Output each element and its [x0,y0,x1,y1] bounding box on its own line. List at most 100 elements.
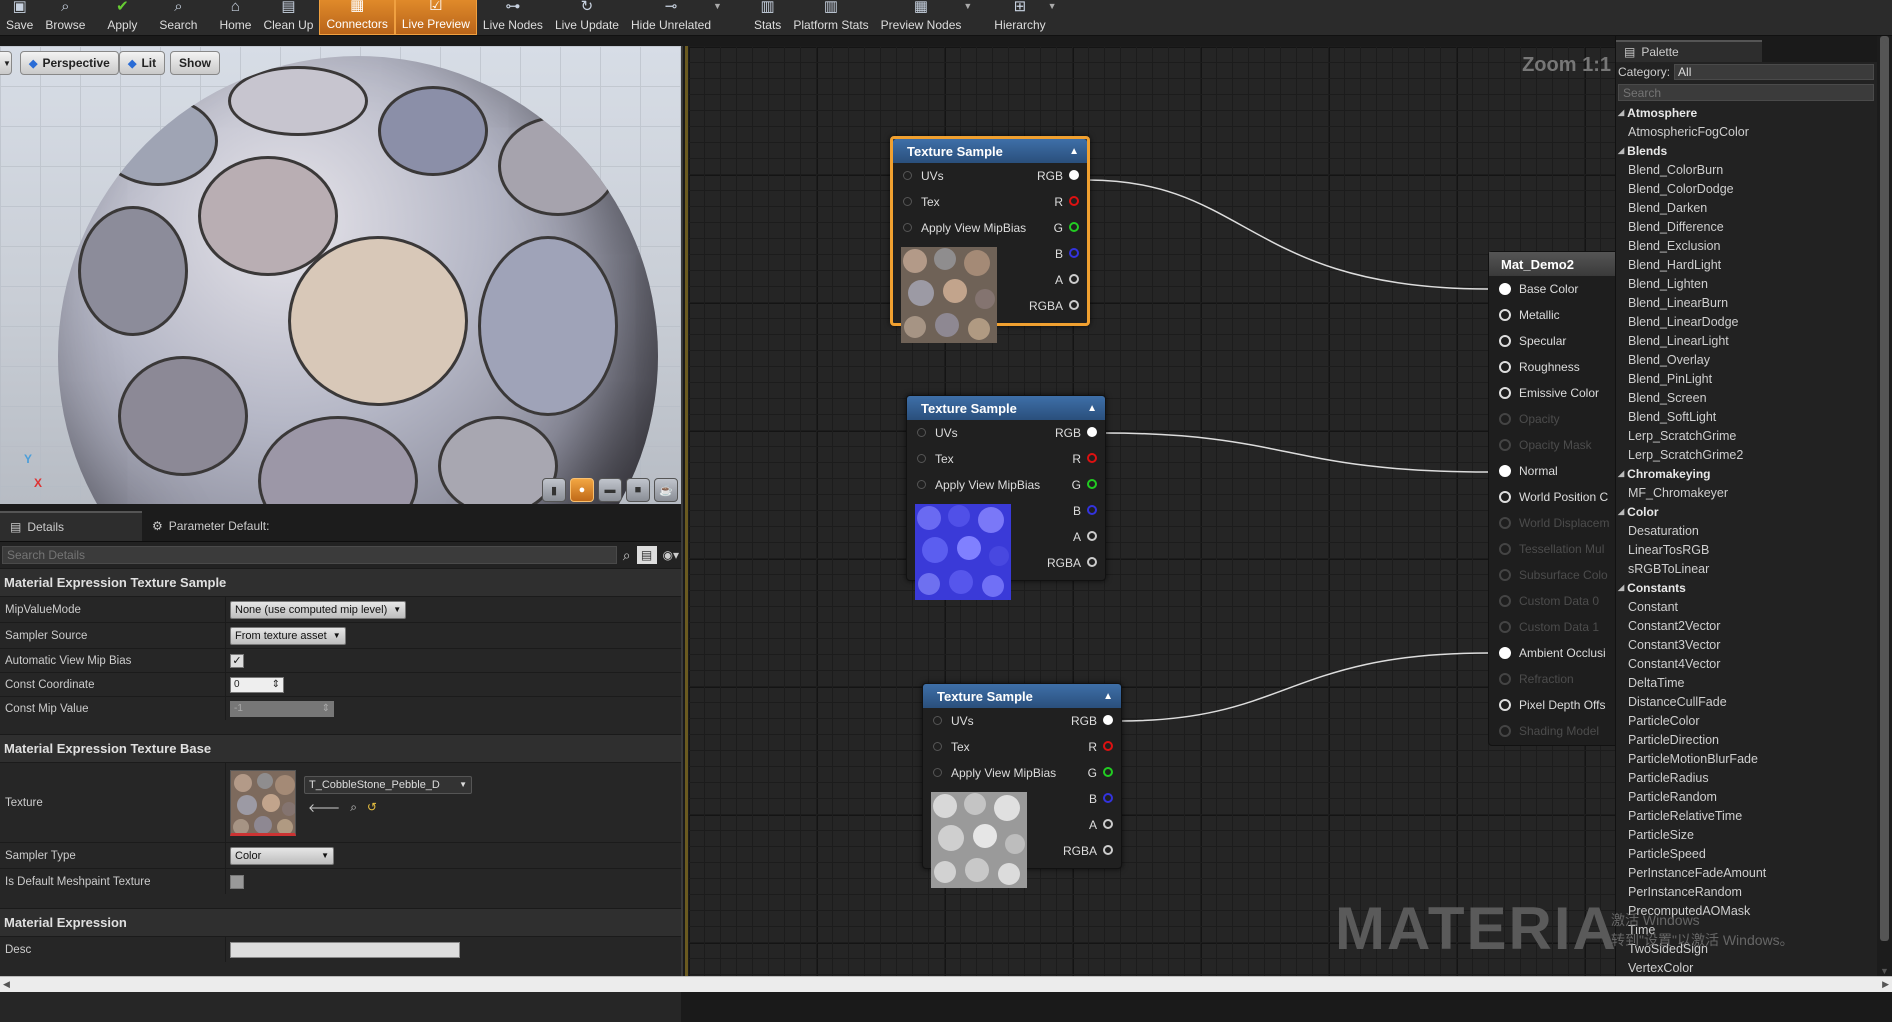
palette-item[interactable]: Desaturation [1616,521,1877,540]
browse-button[interactable]: ⌕ Browse [39,0,91,35]
palette-item[interactable]: ParticleRadius [1616,768,1877,787]
material-input-row[interactable]: Opacity Mask [1489,432,1615,458]
section-texture-base[interactable]: Material Expression Texture Base [0,734,681,762]
preview-cube-button[interactable]: ■ [626,478,650,502]
texture-sample-node[interactable]: Texture Sample ▲ UVs RGB Tex R Apply View M… [906,395,1106,600]
palette-item[interactable]: Blend_LinearDodge [1616,312,1877,331]
horizontal-scrollbar[interactable]: ◀ ▶ [0,976,1892,992]
auto-mip-bias-checkbox[interactable]: ✓ [230,653,244,668]
palette-category[interactable]: ◢ Blends [1616,141,1877,160]
show-button[interactable]: Show [170,51,220,75]
palette-item[interactable]: sRGBToLinear [1616,559,1877,578]
palette-item[interactable]: ParticleRandom [1616,787,1877,806]
material-graph[interactable]: Zoom 1:1 MATERIAL Texture Sample▲ UVsRGB… [685,46,1615,976]
palette-item[interactable]: Blend_Lighten [1616,274,1877,293]
pin-out-rgb[interactable] [1069,170,1079,180]
pin-out-r[interactable] [1103,741,1113,751]
platform-stats-button[interactable]: ▥ Platform Stats [787,0,874,35]
apply-button[interactable]: ✔ Apply [101,0,143,35]
palette-item[interactable]: Constant4Vector [1616,654,1877,673]
pin-in-mipbias[interactable] [917,480,926,489]
live-preview-button[interactable]: ☑ Live Preview [394,0,477,35]
live-update-button[interactable]: ↻ Live Update [549,0,625,35]
input-pin[interactable] [1499,361,1511,373]
pin-in-mipbias[interactable] [933,768,942,777]
preview-mesh-button[interactable]: ☕ [654,478,678,502]
pin-out-b[interactable] [1087,505,1097,515]
palette-item[interactable]: Blend_Overlay [1616,350,1877,369]
list-view-icon[interactable]: ▤ [636,546,657,564]
material-input-row[interactable]: Metallic [1489,302,1615,328]
hide-unrelated-button[interactable]: ⊸ Hide Unrelated [625,0,717,35]
home-button[interactable]: ⌂ Home [213,0,257,35]
palette-item[interactable]: PerInstanceRandom [1616,882,1877,901]
palette-item[interactable]: Blend_LinearBurn [1616,293,1877,312]
details-search-input[interactable] [2,546,617,564]
palette-item[interactable]: Constant3Vector [1616,635,1877,654]
palette-item[interactable]: ParticleColor [1616,711,1877,730]
material-input-row[interactable]: Base Color [1489,276,1615,302]
scrollbar-thumb[interactable] [1880,36,1889,941]
input-pin[interactable] [1499,543,1511,555]
input-pin[interactable] [1499,465,1511,477]
search-icon[interactable]: ⌕ [623,547,631,564]
pin-out-b[interactable] [1103,793,1113,803]
palette-item[interactable]: AtmosphericFogColor [1616,122,1877,141]
texture-thumbnail[interactable] [230,769,296,836]
live-nodes-button[interactable]: ⊶ Live Nodes [477,0,549,35]
material-input-row[interactable]: Ambient Occlusi [1489,640,1615,666]
pin-out-g[interactable] [1087,479,1097,489]
input-pin[interactable] [1499,335,1511,347]
texture-asset-dropdown[interactable]: T_CobbleStone_Pebble_D ▼ [304,775,472,794]
use-selected-icon[interactable]: 🡐 [308,800,340,815]
expand-icon[interactable]: ◢ [1618,108,1624,117]
expand-icon[interactable]: ◢ [1618,146,1624,155]
input-pin[interactable] [1499,491,1511,503]
input-pin[interactable] [1499,387,1511,399]
preview-cylinder-button[interactable]: ▮ [542,478,566,502]
palette-search-input[interactable] [1618,84,1874,101]
material-input-row[interactable]: Shading Model [1489,718,1615,744]
sampler-source-dropdown[interactable]: From texture asset ▼ [230,626,346,645]
desc-input[interactable] [230,941,460,958]
pin-out-r[interactable] [1087,453,1097,463]
palette-item[interactable]: Blend_PinLight [1616,369,1877,388]
pin-in-tex[interactable] [917,454,926,463]
const-coordinate-input[interactable]: 0 ⇕ [230,676,284,693]
expand-icon[interactable]: ◢ [1618,507,1624,516]
meshpaint-checkbox[interactable] [230,874,244,889]
material-input-row[interactable]: Opacity [1489,406,1615,432]
scroll-left-icon[interactable]: ◀ [3,979,10,990]
scroll-down-icon[interactable]: ▼ [1880,966,1889,976]
pin-out-rgba[interactable] [1087,557,1097,567]
preview-viewport[interactable]: ▼ ◆ Perspective ◆ Lit Show Y X ▮ ● ▬ ■ ☕ [0,46,683,504]
palette-item[interactable]: VertexColor [1616,958,1877,976]
material-input-row[interactable]: Refraction [1489,666,1615,692]
pin-in-mipbias[interactable] [903,223,912,232]
palette-item[interactable]: Blend_ColorBurn [1616,160,1877,179]
palette-item[interactable]: Blend_Darken [1616,198,1877,217]
input-pin[interactable] [1499,725,1511,737]
palette-item[interactable]: ParticleRelativeTime [1616,806,1877,825]
palette-category[interactable]: ◢ Color [1616,502,1877,521]
pin-out-rgba[interactable] [1069,300,1079,310]
pin-in-tex[interactable] [903,197,912,206]
viewport-menu-button[interactable]: ▼ [0,51,12,75]
tab-parameter-defaults[interactable]: ⚙ Parameter Default: [142,511,279,541]
expand-icon[interactable]: ◢ [1618,583,1624,592]
material-input-row[interactable]: Tessellation Mul [1489,536,1615,562]
palette-item[interactable]: ParticleSpeed [1616,844,1877,863]
pin-out-rgb[interactable] [1087,427,1097,437]
palette-category[interactable]: ◢ Atmosphere [1616,103,1877,122]
palette-item[interactable]: Lerp_ScratchGrime [1616,426,1877,445]
palette-item[interactable]: DeltaTime [1616,673,1877,692]
collapse-icon[interactable]: ▲ [1087,403,1097,414]
material-input-row[interactable]: Pixel Depth Offs [1489,692,1615,718]
input-pin[interactable] [1499,517,1511,529]
connectors-button[interactable]: ▦ Connectors [319,0,395,35]
palette-item[interactable]: Blend_Difference [1616,217,1877,236]
tab-details[interactable]: ▤ Details [0,511,142,541]
sampler-type-dropdown[interactable]: Color ▼ [230,846,334,865]
palette-item[interactable]: Blend_LinearLight [1616,331,1877,350]
pin-out-rgb[interactable] [1103,715,1113,725]
